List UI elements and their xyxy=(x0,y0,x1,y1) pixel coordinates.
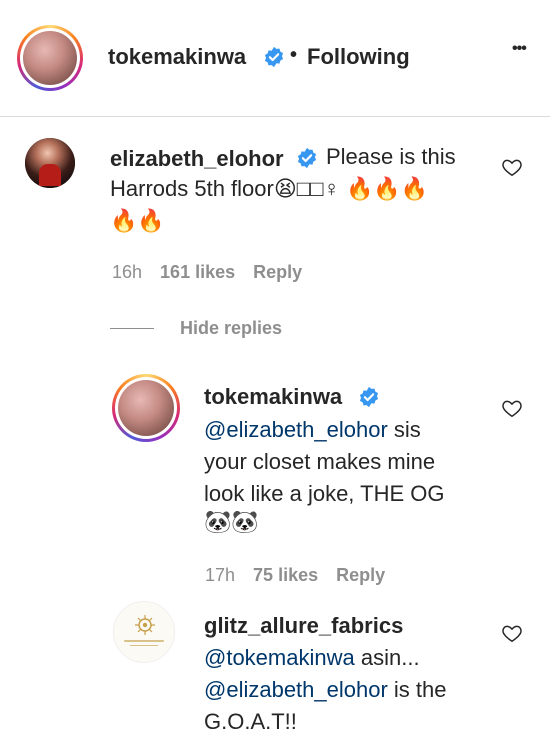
reply-text-line: @tokemakinwa asin... xyxy=(204,645,420,670)
reply-reply-button[interactable]: Reply xyxy=(336,565,385,585)
like-heart-icon[interactable] xyxy=(501,397,523,419)
comment-meta: 16h 161 likes Reply xyxy=(112,262,320,283)
verified-badge-icon xyxy=(359,386,379,408)
comment-reply-button[interactable]: Reply xyxy=(253,262,302,282)
like-heart-icon[interactable] xyxy=(501,156,523,178)
reply-text-line: 🐼🐼 xyxy=(204,509,259,534)
comment-text-line: Please is this xyxy=(326,144,456,169)
comment-time: 16h xyxy=(112,262,143,282)
avatar xyxy=(23,31,77,85)
comment-text-line: Harrods 5th floor😫□□♀ 🔥🔥🔥 xyxy=(110,176,429,201)
commenter-avatar[interactable] xyxy=(25,138,75,188)
reply-text-line: G.O.A.T!! xyxy=(204,709,297,734)
like-heart-icon[interactable] xyxy=(501,622,523,644)
avatar-ring[interactable] xyxy=(17,25,83,91)
brand-logo-icon xyxy=(135,615,155,635)
reply-text-line: @elizabeth_elohor sis xyxy=(204,417,421,442)
header-separator: • xyxy=(290,44,298,66)
verified-badge-icon xyxy=(297,147,317,169)
reply-avatar-ring[interactable] xyxy=(112,374,180,442)
reply-username[interactable]: glitz_allure_fabrics xyxy=(204,613,403,639)
reply-text-line: @elizabeth_elohor is the xyxy=(204,677,447,702)
reply-avatar[interactable] xyxy=(113,601,175,663)
mention-link[interactable]: @elizabeth_elohor xyxy=(204,677,388,702)
hide-replies-button[interactable]: Hide replies xyxy=(180,318,282,339)
comment-username[interactable]: elizabeth_elohor xyxy=(110,146,284,172)
reply-text-line: your closet makes mine xyxy=(204,449,436,474)
comment-text-line: 🔥🔥 xyxy=(110,208,165,233)
verified-badge-icon xyxy=(264,46,284,68)
reply-time: 17h xyxy=(205,565,236,585)
comment-likes-link[interactable]: 161 likes xyxy=(160,262,235,282)
following-button[interactable]: Following xyxy=(307,44,410,70)
mention-link[interactable]: @tokemakinwa xyxy=(204,645,355,670)
more-options-icon[interactable]: ••• xyxy=(512,40,527,58)
avatar xyxy=(118,380,174,436)
replies-divider xyxy=(110,328,154,329)
post-header: tokemakinwa • Following ••• xyxy=(0,0,550,117)
header-username[interactable]: tokemakinwa xyxy=(108,44,246,70)
reply-likes-link[interactable]: 75 likes xyxy=(253,565,318,585)
reply-username[interactable]: tokemakinwa xyxy=(204,384,342,410)
mention-link[interactable]: @elizabeth_elohor xyxy=(204,417,388,442)
reply-meta: 17h 75 likes Reply xyxy=(205,565,403,586)
